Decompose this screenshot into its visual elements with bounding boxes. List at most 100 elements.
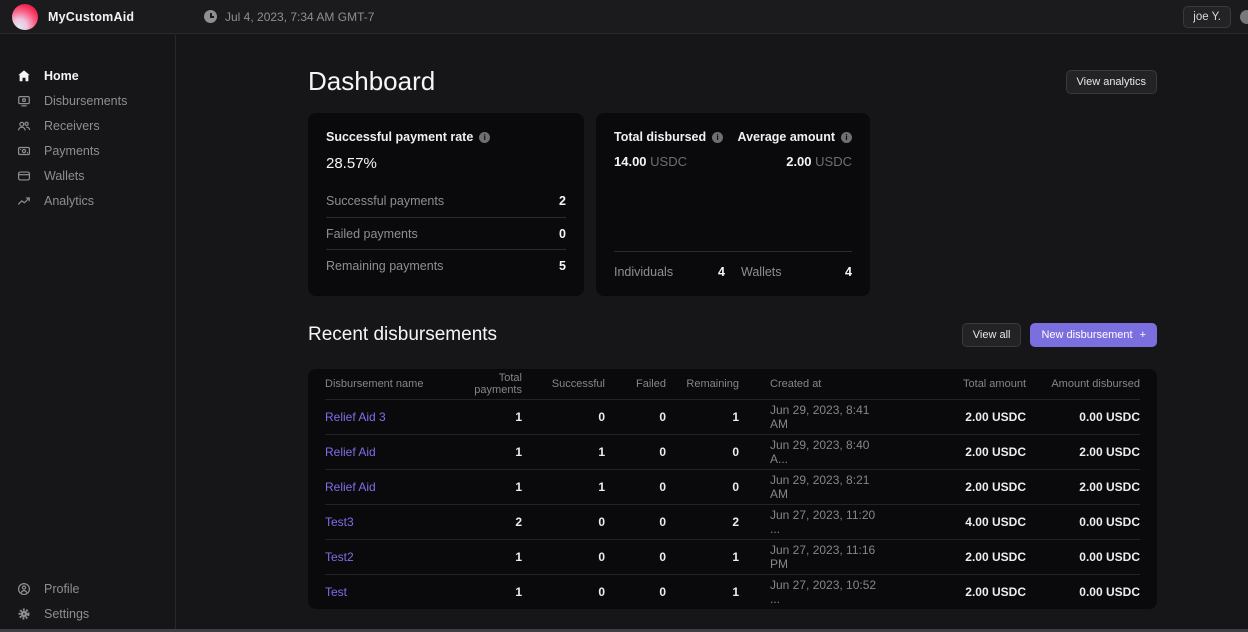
amount-disbursed-cell: 0.00 USDC — [1026, 550, 1140, 564]
stat-value: 0 — [559, 227, 566, 241]
payment-rate-card: Successful payment rate i 28.57% Success… — [308, 113, 584, 296]
total-amount-cell: 2.00 USDC — [886, 410, 1026, 424]
disbursed-card-footer: Individuals 4 Wallets 4 — [614, 251, 852, 279]
wallets-pair: Wallets 4 — [741, 265, 852, 279]
individuals-value: 4 — [718, 265, 725, 279]
wallets-label: Wallets — [741, 265, 782, 279]
column-header: Total payments — [455, 372, 522, 396]
disbursement-link[interactable]: Relief Aid — [325, 445, 455, 459]
wallets-value: 4 — [845, 265, 852, 279]
sidebar-item-label: Settings — [44, 607, 89, 621]
remaining-cell: 1 — [666, 550, 739, 564]
amount-disbursed-cell: 2.00 USDC — [1026, 480, 1140, 494]
sidebar-footer: Profile Settings — [0, 576, 175, 626]
individuals-label: Individuals — [614, 265, 673, 279]
successful-cell: 0 — [522, 515, 605, 529]
sidebar-item-profile[interactable]: Profile — [0, 576, 175, 601]
average-amount-value: 2.00 — [786, 154, 811, 169]
successful-cell: 0 — [522, 550, 605, 564]
individuals-pair: Individuals 4 — [614, 265, 725, 279]
created-at-cell: Jun 27, 2023, 11:16 PM — [739, 543, 886, 571]
stat-value: 2 — [559, 194, 566, 208]
sidebar-item-receivers[interactable]: Receivers — [0, 113, 175, 138]
amount-disbursed-cell: 0.00 USDC — [1026, 410, 1140, 424]
total-payments-cell: 2 — [455, 515, 522, 529]
gear-icon — [16, 606, 31, 621]
sidebar-item-label: Disbursements — [44, 94, 127, 108]
successful-cell: 0 — [522, 410, 605, 424]
stat-row-successful: Successful payments 2 — [326, 185, 566, 217]
info-icon[interactable]: i — [841, 132, 852, 143]
sidebar-item-home[interactable]: Home — [0, 63, 175, 88]
sidebar: Home Disbursements Receivers Payments Wa… — [0, 35, 176, 632]
total-amount-cell: 2.00 USDC — [886, 585, 1026, 599]
successful-cell: 0 — [522, 585, 605, 599]
remaining-cell: 0 — [666, 445, 739, 459]
main-content: Dashboard View analytics Successful paym… — [177, 34, 1248, 631]
payment-rate-value: 28.57% — [326, 155, 566, 172]
datetime-text: Jul 4, 2023, 7:34 AM GMT-7 — [225, 10, 374, 24]
sidebar-item-wallets[interactable]: Wallets — [0, 163, 175, 188]
app-logo-icon — [12, 4, 38, 30]
total-payments-cell: 1 — [455, 550, 522, 564]
plus-icon: + — [1140, 329, 1146, 341]
column-header: Failed — [605, 378, 666, 390]
home-icon — [16, 68, 31, 83]
datetime-group: Jul 4, 2023, 7:34 AM GMT-7 — [204, 10, 374, 24]
disbursement-link[interactable]: Relief Aid — [325, 480, 455, 494]
view-all-button[interactable]: View all — [962, 323, 1022, 347]
total-disbursed-title: Total disbursed — [614, 130, 706, 144]
stat-label: Successful payments — [326, 194, 444, 208]
disbursement-link[interactable]: Test2 — [325, 550, 455, 564]
sidebar-item-settings[interactable]: Settings — [0, 601, 175, 626]
amount-disbursed-cell: 0.00 USDC — [1026, 585, 1140, 599]
summary-cards: Successful payment rate i 28.57% Success… — [308, 113, 1157, 296]
disbursement-link[interactable]: Relief Aid 3 — [325, 410, 455, 424]
stat-label: Failed payments — [326, 227, 418, 241]
sidebar-item-disbursements[interactable]: Disbursements — [0, 88, 175, 113]
avatar[interactable] — [1240, 10, 1248, 24]
average-amount-metric: Average amount i 2.00 USDC — [738, 130, 852, 169]
created-at-cell: Jun 27, 2023, 11:20 ... — [739, 508, 886, 536]
info-icon[interactable]: i — [479, 132, 490, 143]
created-at-cell: Jun 29, 2023, 8:41 AM — [739, 403, 886, 431]
failed-cell: 0 — [605, 445, 666, 459]
remaining-cell: 1 — [666, 410, 739, 424]
topbar: MyCustomAid Jul 4, 2023, 7:34 AM GMT-7 j… — [0, 0, 1248, 34]
amount-disbursed-cell: 0.00 USDC — [1026, 515, 1140, 529]
new-disbursement-button[interactable]: New disbursement + — [1030, 323, 1157, 347]
app-name: MyCustomAid — [48, 10, 134, 24]
analytics-icon — [16, 193, 31, 208]
stat-label: Remaining payments — [326, 259, 443, 273]
clock-icon — [204, 10, 217, 23]
column-header: Amount disbursed — [1026, 378, 1140, 390]
user-menu-button[interactable]: joe Y. — [1183, 6, 1231, 28]
total-payments-cell: 1 — [455, 585, 522, 599]
average-amount-title: Average amount — [738, 130, 835, 144]
failed-cell: 0 — [605, 480, 666, 494]
view-analytics-button[interactable]: View analytics — [1066, 70, 1158, 94]
sidebar-item-label: Profile — [44, 582, 79, 596]
column-header: Created at — [739, 378, 886, 390]
info-icon[interactable]: i — [712, 132, 723, 143]
sidebar-item-analytics[interactable]: Analytics — [0, 188, 175, 213]
sidebar-item-label: Wallets — [44, 169, 85, 183]
table-row: Test2 1 0 0 1 Jun 27, 2023, 11:16 PM 2.0… — [325, 539, 1140, 574]
created-at-cell: Jun 27, 2023, 10:52 ... — [739, 578, 886, 606]
disbursement-link[interactable]: Test3 — [325, 515, 455, 529]
brand: MyCustomAid — [12, 4, 176, 30]
column-header: Remaining — [666, 378, 739, 390]
total-payments-cell: 1 — [455, 445, 522, 459]
sidebar-item-label: Analytics — [44, 194, 94, 208]
total-amount-cell: 2.00 USDC — [886, 480, 1026, 494]
table-row: Test3 2 0 0 2 Jun 27, 2023, 11:20 ... 4.… — [325, 504, 1140, 539]
remaining-cell: 1 — [666, 585, 739, 599]
table-row: Relief Aid 1 1 0 0 Jun 29, 2023, 8:21 AM… — [325, 469, 1140, 504]
disbursements-table: Disbursement name Total payments Success… — [308, 369, 1157, 609]
amount-disbursed-cell: 2.00 USDC — [1026, 445, 1140, 459]
total-payments-cell: 1 — [455, 410, 522, 424]
page-header: Dashboard View analytics — [308, 34, 1157, 97]
total-disbursed-metric: Total disbursed i 14.00 USDC — [614, 130, 723, 169]
disbursement-link[interactable]: Test — [325, 585, 455, 599]
sidebar-item-payments[interactable]: Payments — [0, 138, 175, 163]
